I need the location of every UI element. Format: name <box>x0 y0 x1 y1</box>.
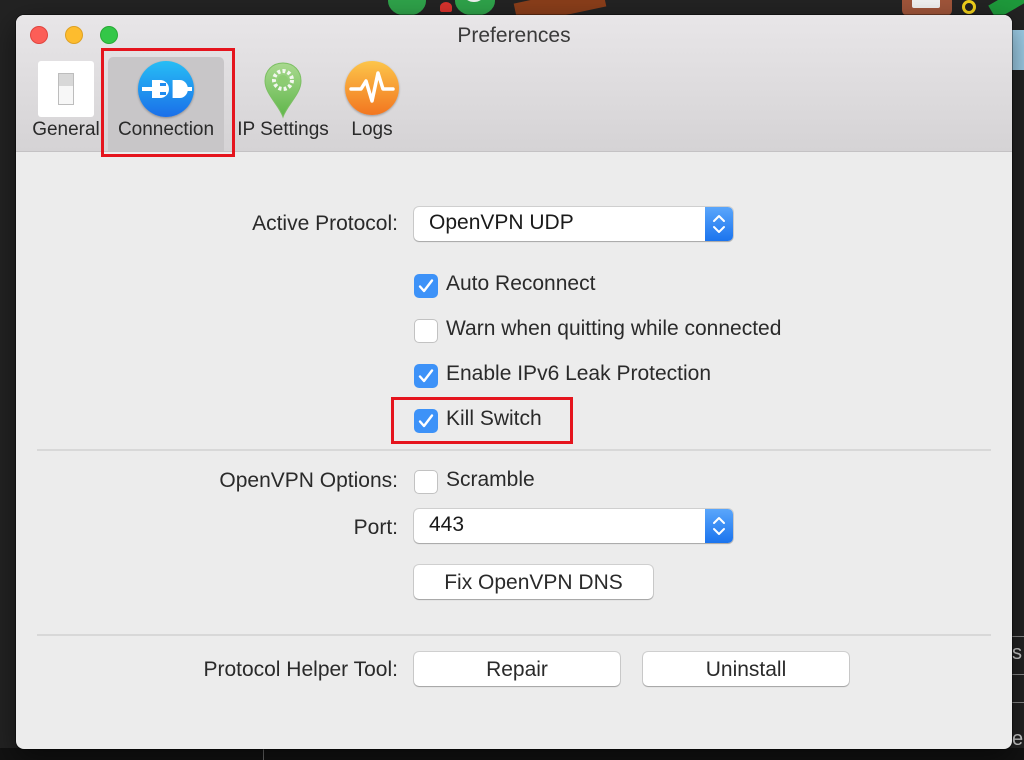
desktop-decoration <box>962 0 976 14</box>
select-stepper-icon <box>705 207 733 241</box>
background-text: s <box>1012 642 1022 664</box>
checkbox-checked-icon <box>414 409 438 433</box>
desktop-decoration <box>440 2 452 12</box>
checkbox-label: Auto Reconnect <box>446 272 596 295</box>
select-stepper-icon <box>705 509 733 543</box>
checkbox-unchecked-icon <box>414 319 438 343</box>
desktop-decoration <box>902 0 952 16</box>
preferences-window: Preferences General Connection IP Settin… <box>16 15 1012 749</box>
tab-connection[interactable]: Connection <box>108 57 224 151</box>
background-divider <box>263 748 264 760</box>
repair-button[interactable]: Repair <box>414 652 620 686</box>
protocol-helper-tool-label: Protocol Helper Tool: <box>203 658 398 681</box>
plug-icon <box>138 61 194 117</box>
checkbox-checked-icon <box>414 364 438 388</box>
window-title: Preferences <box>457 24 571 47</box>
checkbox-label: Kill Switch <box>446 407 542 430</box>
section-divider <box>37 449 991 451</box>
checkbox-label: Warn when quitting while connected <box>446 317 782 340</box>
section-divider <box>37 634 991 636</box>
active-protocol-label: Active Protocol: <box>252 212 398 235</box>
titlebar-toolbar: Preferences General Connection IP Settin… <box>16 15 1012 152</box>
checkbox-label: Enable IPv6 Leak Protection <box>446 362 712 385</box>
desktop-decoration <box>388 0 426 16</box>
tab-logs[interactable]: Logs <box>342 57 402 151</box>
openvpn-options-label: OpenVPN Options: <box>219 469 398 492</box>
uninstall-button[interactable]: Uninstall <box>643 652 849 686</box>
port-select[interactable]: 443 <box>414 509 733 543</box>
tab-general[interactable]: General <box>26 57 106 151</box>
background-window-edge <box>0 748 1024 760</box>
port-value: 443 <box>429 513 465 536</box>
port-label: Port: <box>353 516 398 539</box>
active-protocol-value: OpenVPN UDP <box>429 211 574 234</box>
toggle-switch-icon <box>38 61 94 117</box>
background-text: e <box>1012 728 1024 750</box>
tab-label: Logs <box>351 119 393 140</box>
tab-ip-settings[interactable]: IP Settings <box>228 57 338 151</box>
fix-openvpn-dns-button[interactable]: Fix OpenVPN DNS <box>414 565 653 599</box>
desktop-decoration <box>1012 30 1024 70</box>
tab-label: Connection <box>117 119 215 140</box>
tab-label: General <box>32 119 100 140</box>
desktop-decoration <box>455 0 495 16</box>
active-protocol-select[interactable]: OpenVPN UDP <box>414 207 733 241</box>
tab-label: IP Settings <box>237 119 329 140</box>
location-gear-icon <box>263 61 303 119</box>
pulse-icon <box>345 61 399 115</box>
checkbox-label: Scramble <box>446 468 535 491</box>
checkbox-checked-icon <box>414 274 438 298</box>
checkbox-unchecked-icon <box>414 470 438 494</box>
